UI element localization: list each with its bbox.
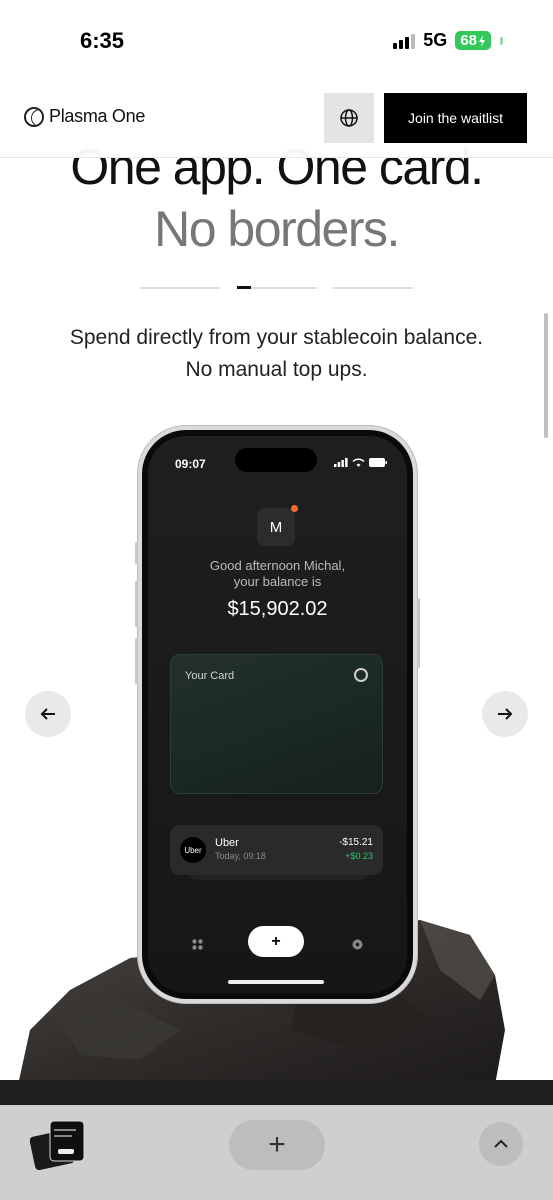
slide-progress — [140, 286, 413, 289]
battery-icon: 68 — [455, 31, 491, 50]
hero-subheadline: No borders. — [154, 201, 400, 257]
hero-description: Spend directly from your stablecoin bala… — [69, 326, 484, 381]
previous-slide-button[interactable] — [25, 691, 71, 737]
dynamic-island — [235, 448, 317, 472]
greeting-text: Good afternoon Michal, your balance is — [209, 558, 346, 589]
signal-icon — [393, 33, 416, 49]
home-indicator — [228, 980, 324, 984]
transaction-row[interactable]: Uber Uber Today, 09:18 -$15.21 +$0.23 — [170, 825, 383, 875]
uber-logo-icon: Uber — [180, 837, 206, 863]
add-button[interactable]: + — [248, 926, 304, 957]
wifi-icon — [352, 458, 365, 467]
chevron-up-icon — [494, 1139, 508, 1148]
grid-icon[interactable] — [192, 939, 203, 950]
settings-icon[interactable] — [352, 939, 363, 950]
transaction-cashback: +$0.23 — [345, 851, 373, 861]
logo-text: Plasma One — [49, 106, 146, 126]
next-slide-button[interactable] — [482, 691, 528, 737]
arrow-left-icon — [40, 708, 55, 720]
new-tab-button[interactable]: + — [229, 1120, 325, 1170]
page-footer-edge — [0, 1080, 553, 1105]
avatar[interactable]: M — [257, 505, 298, 546]
status-bar: 6:35 5G 68 — [0, 0, 553, 80]
card-label: Your Card — [185, 670, 235, 682]
phone-screen: 09:07 M Good afternoon Michal, your bala… — [148, 436, 407, 993]
progress-segment[interactable] — [140, 287, 220, 289]
logo[interactable]: Plasma One — [24, 106, 145, 127]
progress-active-indicator — [237, 286, 251, 289]
transaction-time: Today, 09:18 — [215, 851, 266, 861]
progress-segment[interactable] — [333, 287, 413, 289]
network-type: 5G — [423, 30, 448, 50]
join-waitlist-button[interactable]: Join the waitlist — [384, 93, 527, 143]
battery-level: 68 — [460, 32, 477, 49]
site-header: Plasma One Join the waitlist — [0, 80, 553, 158]
transaction-merchant: Uber — [215, 837, 239, 849]
arrow-right-icon — [498, 708, 513, 720]
phone-mockup: 09:07 M Good afternoon Michal, your bala… — [135, 426, 420, 1003]
language-button[interactable] — [324, 93, 374, 143]
tab-thumbnail-icon[interactable] — [30, 1119, 86, 1173]
plasma-logo-icon — [24, 106, 44, 127]
transaction-amount: -$15.21 — [339, 837, 373, 848]
status-icons: 5G 68 — [393, 30, 503, 51]
avatar-initial: M — [269, 518, 283, 536]
phone-time: 09:07 — [175, 457, 206, 471]
phone-status-icons — [334, 458, 387, 467]
battery-tip — [500, 36, 503, 45]
virtual-card[interactable]: Your Card — [170, 654, 383, 794]
balance-amount: $15,902.02 — [227, 598, 328, 620]
browser-toolbar: + — [0, 1105, 553, 1200]
status-time: 6:35 — [80, 28, 125, 53]
notification-dot — [291, 505, 298, 512]
signal-icon — [334, 458, 348, 467]
plasma-logo-icon — [354, 668, 368, 682]
battery-icon — [369, 458, 387, 467]
scroll-up-button[interactable] — [479, 1122, 523, 1166]
page-scrollbar[interactable] — [544, 313, 548, 438]
globe-icon — [340, 109, 358, 127]
